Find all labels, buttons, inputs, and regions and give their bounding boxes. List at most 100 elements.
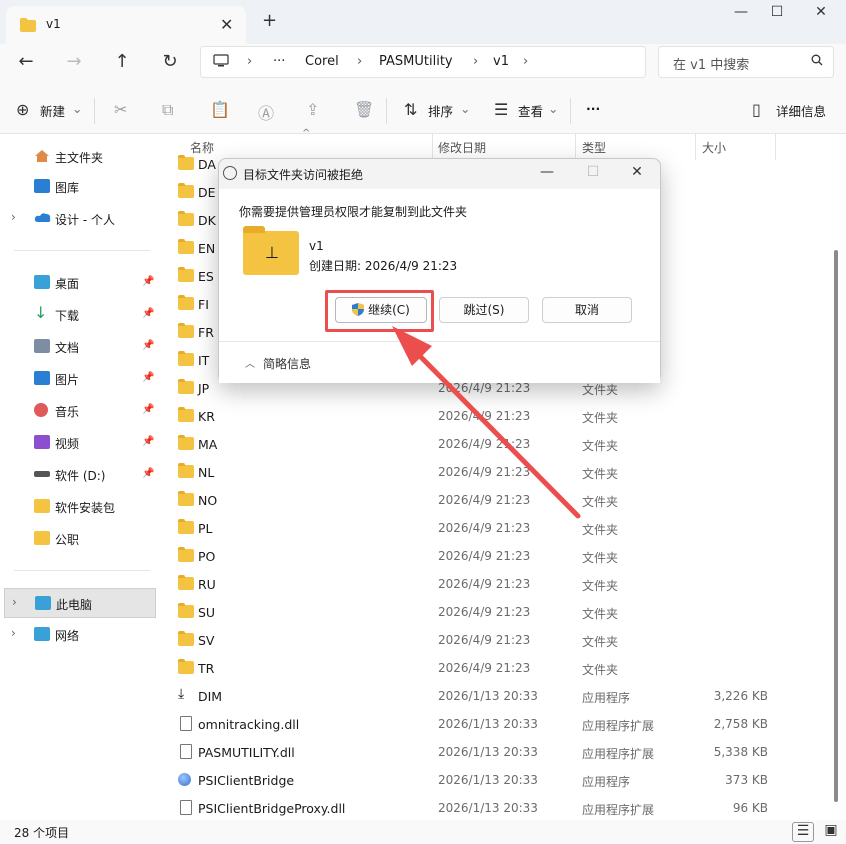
search-input[interactable]: 在 v1 中搜索 (658, 46, 834, 78)
table-row[interactable]: PO 2026/4/9 21:23 文件夹 (170, 542, 790, 570)
file-name: omnitracking.dll (198, 717, 300, 732)
table-row[interactable]: KR 2026/4/9 21:23 文件夹 (170, 402, 790, 430)
item-count: 28 个项目 (14, 826, 70, 840)
forward-arrow-icon[interactable]: → (60, 50, 88, 74)
sidebar-item-installers[interactable]: 软件安装包 (0, 492, 158, 522)
sidebar-item-downloads[interactable]: ↓ 下载 📌 (0, 300, 158, 330)
sidebar-item-onedrive[interactable]: › 设计 - 个人 (0, 204, 158, 234)
dll-file-icon (180, 744, 192, 759)
cancel-label: 取消 (574, 303, 599, 317)
toolbar-divider (386, 98, 387, 124)
sidebar-item-videos[interactable]: 视频 📌 (0, 428, 158, 458)
file-type: 文件夹 (582, 467, 619, 481)
folder-icon (178, 323, 194, 338)
file-name: ES (198, 269, 214, 284)
pin-icon: 📌 (142, 372, 155, 383)
status-bar: 28 个项目 ☰ ▣ (0, 820, 846, 844)
close-window-button[interactable]: ✕ (806, 4, 836, 24)
chevron-right-icon[interactable]: › (11, 626, 16, 640)
chevron-right-icon[interactable]: › (12, 595, 17, 609)
more-options-button[interactable]: ··· (586, 101, 600, 116)
table-row[interactable]: PL 2026/4/9 21:23 文件夹 (170, 514, 790, 542)
refresh-icon[interactable]: ↻ (156, 50, 184, 74)
cut-icon[interactable]: ✂ (114, 100, 127, 119)
sidebar-item-music[interactable]: 音乐 📌 (0, 396, 158, 426)
table-row[interactable]: SV 2026/4/9 21:23 文件夹 (170, 626, 790, 654)
breadcrumb-v1[interactable]: v1 (493, 54, 509, 69)
close-tab-icon[interactable]: ✕ (220, 15, 233, 34)
pictures-icon (34, 371, 50, 385)
sidebar-item-gallery[interactable]: 图库 (0, 172, 158, 202)
folder-icon (178, 211, 194, 226)
maximize-button[interactable]: ☐ (762, 4, 792, 24)
dialog-message: 你需要提供管理员权限才能复制到此文件夹 (239, 205, 468, 219)
file-name: PASMUTILITY.dll (198, 745, 295, 760)
sidebar-item-this-pc[interactable]: › 此电脑 (4, 588, 156, 618)
sidebar-item-drive-d[interactable]: 软件 (D:) 📌 (0, 460, 158, 490)
up-arrow-icon[interactable]: ↑ (108, 50, 136, 74)
file-name: RU (198, 577, 216, 592)
table-row[interactable]: RU 2026/4/9 21:23 文件夹 (170, 570, 790, 598)
sort-button[interactable]: 排序 (428, 101, 453, 120)
folder-icon (34, 531, 50, 545)
paste-icon[interactable]: 📋 (210, 100, 230, 119)
details-view-icon[interactable]: ☰ (792, 822, 814, 842)
table-row[interactable]: PSIClientBridgeProxy.dll 2026/1/13 20:33 应… (170, 794, 790, 822)
new-button[interactable]: 新建 (40, 101, 65, 120)
tab-v1[interactable]: v1 ✕ (6, 6, 246, 44)
sidebar-item-gongzhi[interactable]: 公职 (0, 524, 158, 554)
file-date: 2026/4/9 21:23 (438, 633, 531, 647)
this-pc-icon (35, 596, 51, 610)
table-row[interactable]: NL 2026/4/9 21:23 文件夹 (170, 458, 790, 486)
dialog-minimize-button[interactable]: — (535, 164, 559, 180)
table-row[interactable]: MA 2026/4/9 21:23 文件夹 (170, 430, 790, 458)
sidebar-item-label: 软件 (D:) (55, 469, 106, 483)
sidebar-item-pictures[interactable]: 图片 📌 (0, 364, 158, 394)
vertical-scrollbar[interactable] (834, 250, 838, 802)
delete-icon[interactable]: 🗑 (354, 100, 374, 119)
onedrive-icon (34, 211, 51, 225)
breadcrumb-pasmutility[interactable]: PASMUtility (379, 54, 453, 69)
view-button[interactable]: 查看 (518, 101, 543, 120)
folder-icon (178, 379, 194, 394)
file-name: PSIClientBridge (198, 773, 295, 788)
sidebar-item-documents[interactable]: 文档 📌 (0, 332, 158, 362)
sidebar-item-home[interactable]: 主文件夹 (0, 142, 158, 172)
folder-icon (178, 547, 194, 562)
skip-button[interactable]: 跳过(S) (439, 297, 529, 323)
back-arrow-icon[interactable]: ← (12, 50, 40, 74)
folder-icon (178, 463, 194, 478)
table-row[interactable]: NO 2026/4/9 21:23 文件夹 (170, 486, 790, 514)
table-row[interactable]: omnitracking.dll 2026/1/13 20:33 应用程序扩展 2,7… (170, 710, 790, 738)
table-row[interactable]: ⤓ DIM 2026/1/13 20:33 应用程序 3,226 KB (170, 682, 790, 710)
file-size: 5,338 KB (713, 745, 768, 759)
breadcrumb-corel[interactable]: Corel (305, 54, 339, 69)
file-type: 文件夹 (582, 439, 619, 453)
dialog-title-bar: 目标文件夹访问被拒绝 — ☐ ✕ (219, 159, 660, 189)
dialog-close-button[interactable]: ✕ (625, 164, 649, 180)
dialog-maximize-button[interactable]: ☐ (581, 164, 605, 180)
table-row[interactable]: TR 2026/4/9 21:23 文件夹 (170, 654, 790, 682)
address-bar[interactable]: › ··· Corel › PASMUtility › v1 › (200, 46, 646, 78)
table-row[interactable]: PASMUTILITY.dll 2026/1/13 20:33 应用程序扩展 5,33… (170, 738, 790, 766)
share-icon[interactable]: ⇪ (306, 100, 319, 119)
sidebar-item-label: 网络 (55, 629, 80, 643)
details-button[interactable]: 详细信息 (776, 101, 826, 120)
table-row[interactable]: PSIClientBridge 2026/1/13 20:33 应用程序 373 KB (170, 766, 790, 794)
sidebar-item-desktop[interactable]: 桌面 📌 (0, 268, 158, 298)
new-tab-button[interactable]: + (262, 10, 277, 31)
table-row[interactable]: SU 2026/4/9 21:23 文件夹 (170, 598, 790, 626)
rename-icon[interactable]: Ⓐ (258, 100, 274, 124)
tiles-view-icon[interactable]: ▣ (820, 822, 842, 842)
copy-icon[interactable]: ⧉ (162, 100, 173, 120)
folder-icon (34, 499, 50, 513)
computer-icon[interactable] (213, 54, 229, 72)
cancel-button[interactable]: 取消 (542, 297, 632, 323)
chevron-right-icon[interactable]: › (11, 210, 16, 224)
file-name: FR (198, 325, 214, 340)
breadcrumb-ellipsis[interactable]: ··· (273, 54, 285, 69)
file-date: 2026/4/9 21:23 (438, 605, 531, 619)
minimize-button[interactable]: — (726, 4, 756, 24)
sidebar-item-network[interactable]: › 网络 (0, 620, 158, 650)
tab-title: v1 (46, 17, 61, 31)
